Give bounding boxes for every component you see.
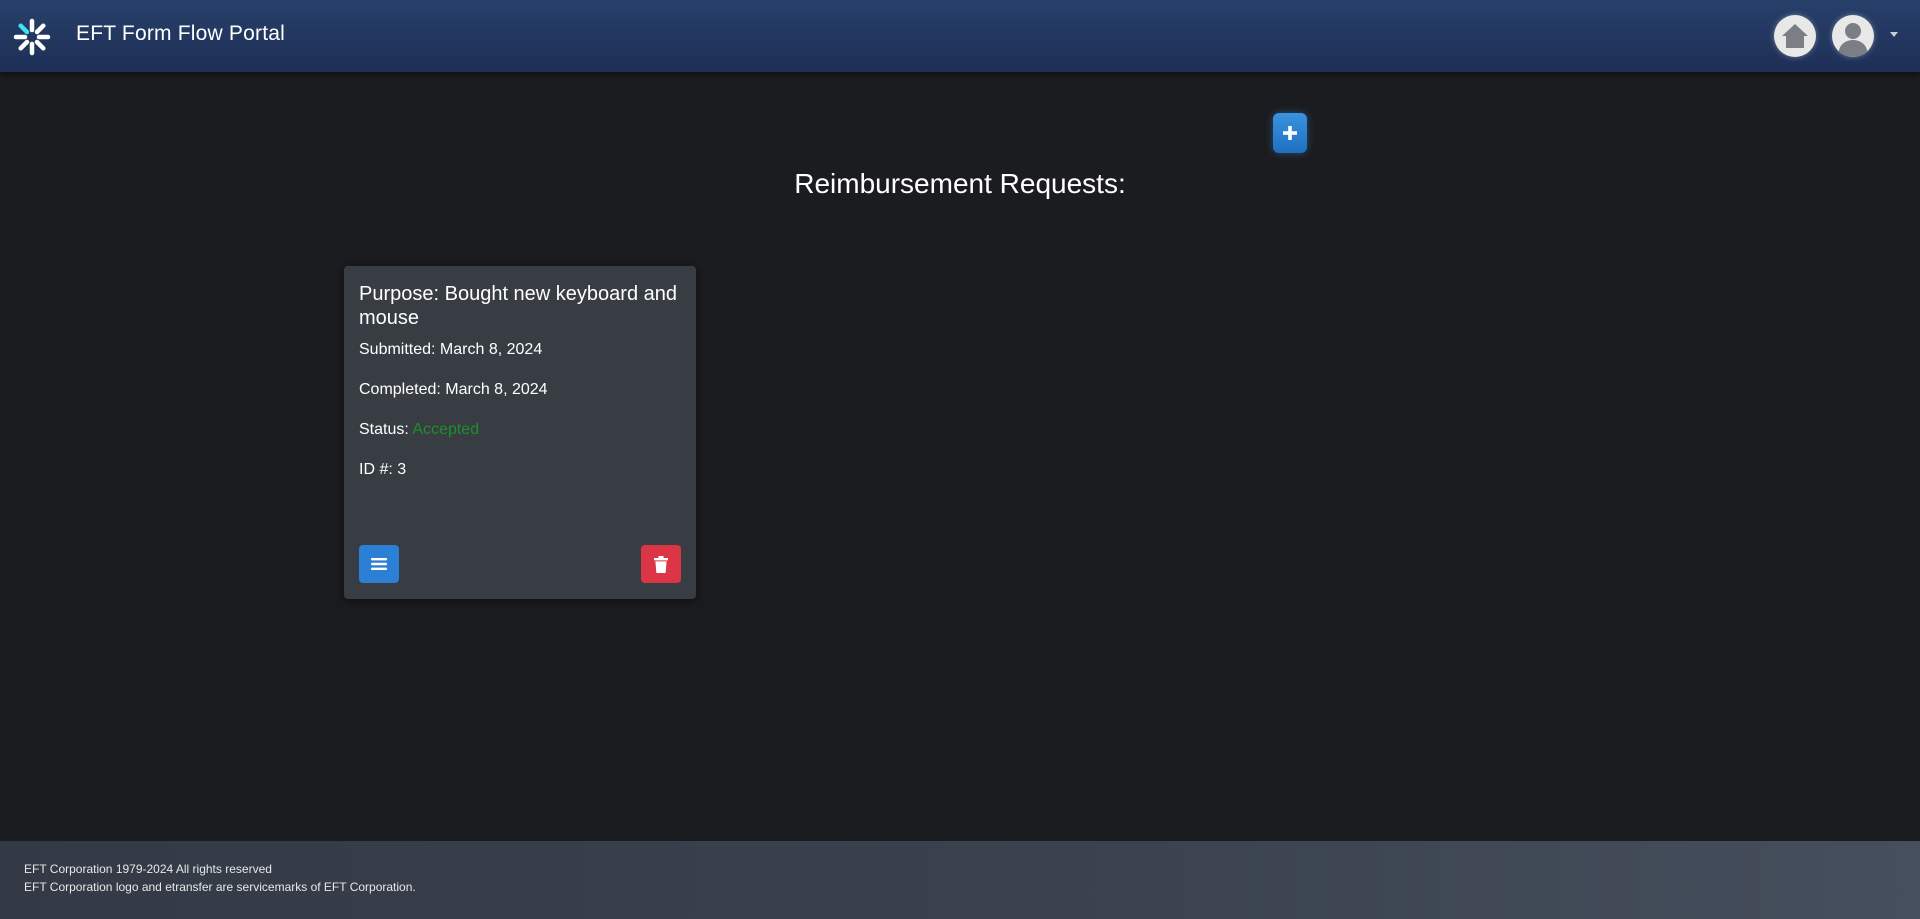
- request-status: Status: Accepted: [359, 420, 681, 440]
- add-request-button[interactable]: [1273, 113, 1307, 153]
- status-label: Status:: [359, 421, 409, 438]
- view-details-button[interactable]: [359, 545, 399, 583]
- page-title-text: Reimbursement Requests:: [794, 168, 1126, 199]
- app-title: EFT Form Flow Portal: [76, 22, 285, 45]
- plus-icon: [1283, 126, 1297, 140]
- home-button[interactable]: [1774, 15, 1816, 57]
- request-completed-date: Completed: March 8, 2024: [359, 381, 548, 398]
- footer: EFT Corporation 1979-2024 All rights res…: [0, 841, 1920, 919]
- top-navbar: EFT Form Flow Portal: [0, 0, 1920, 72]
- home-icon: [1782, 24, 1808, 48]
- asterisk-logo-icon[interactable]: [12, 17, 52, 57]
- user-avatar-icon: [1838, 23, 1868, 57]
- status-value: Accepted: [412, 421, 480, 438]
- footer-copyright: EFT Corporation 1979-2024 All rights res…: [24, 862, 272, 876]
- request-purpose: Purpose: Bought new keyboard and mouse: [359, 283, 677, 329]
- delete-request-button[interactable]: [641, 545, 681, 583]
- request-submitted-date: Submitted: March 8, 2024: [359, 341, 543, 358]
- user-avatar-button[interactable]: [1832, 15, 1874, 57]
- trash-icon: [654, 555, 668, 573]
- request-id: ID #: 3: [359, 461, 407, 478]
- request-card: Purpose: Bought new keyboard and mouse S…: [344, 266, 696, 599]
- page-title: Reimbursement Requests:: [0, 168, 1920, 200]
- footer-servicemark: EFT Corporation logo and etransfer are s…: [24, 880, 416, 894]
- list-icon: [371, 558, 387, 570]
- caret-down-icon[interactable]: [1890, 32, 1898, 37]
